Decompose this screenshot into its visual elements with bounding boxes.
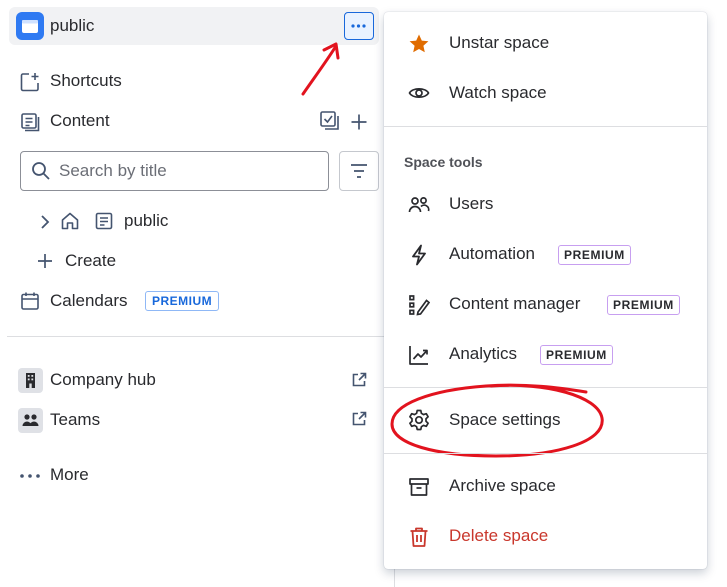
space-folder-icon (16, 12, 44, 40)
content-item[interactable]: Content (50, 111, 110, 131)
add-icon[interactable] (350, 113, 368, 131)
menu-item-users[interactable] (384, 181, 707, 229)
people-icon (408, 195, 430, 215)
premium-badge: PREMIUM (540, 345, 613, 365)
pages-icon (20, 112, 40, 132)
tree-item-label[interactable]: public (124, 211, 168, 231)
search-icon (31, 161, 51, 181)
archive-label: Archive space (449, 476, 556, 495)
calendar-icon (20, 291, 40, 311)
premium-badge: PREMIUM (145, 291, 220, 311)
chart-icon (408, 344, 430, 366)
automation-label: Automation (449, 244, 535, 263)
teams-icon (18, 408, 43, 433)
menu-divider (384, 453, 707, 454)
search-placeholder: Search by title (59, 161, 167, 180)
premium-badge: PREMIUM (607, 295, 680, 315)
unstar-label: Unstar space (449, 33, 550, 52)
archive-icon (408, 476, 430, 498)
chevron-right-icon[interactable] (39, 214, 51, 230)
space-name[interactable]: public (50, 16, 94, 36)
home-icon (60, 211, 80, 231)
external-link-icon[interactable] (351, 411, 367, 427)
eye-icon (408, 85, 430, 101)
analytics-label: Analytics (449, 344, 518, 363)
company-hub-item[interactable]: Company hub (50, 370, 156, 390)
more-dots-icon (19, 469, 43, 483)
space-tools-heading: Space tools (404, 154, 483, 170)
external-link-icon[interactable] (351, 372, 367, 388)
premium-badge: PREMIUM (558, 245, 631, 265)
sidebar: public Shortcuts Content Search by title… (0, 0, 395, 587)
filter-icon (349, 161, 369, 181)
menu-item-automation[interactable] (384, 231, 707, 279)
more-item[interactable]: More (50, 465, 89, 485)
watch-label: Watch space (449, 83, 547, 102)
plus-icon (37, 253, 53, 269)
bulk-select-icon[interactable] (319, 110, 341, 132)
lightning-icon (410, 244, 428, 266)
annotation-circle (390, 383, 604, 458)
menu-divider (384, 126, 707, 127)
delete-label: Delete space (449, 526, 549, 545)
users-label: Users (449, 194, 494, 213)
star-icon (408, 33, 430, 55)
page-icon (95, 212, 113, 230)
create-button[interactable]: Create (65, 251, 116, 271)
building-icon (18, 368, 43, 393)
shortcuts-item[interactable]: Shortcuts (50, 71, 122, 91)
annotation-arrow (301, 42, 340, 96)
teams-item[interactable]: Teams (50, 410, 100, 430)
content-manager-icon (408, 294, 430, 316)
trash-icon (409, 526, 429, 548)
sidebar-divider (7, 336, 395, 337)
more-icon[interactable] (344, 12, 374, 40)
calendars-item[interactable]: Calendars (50, 291, 128, 311)
shortcut-add-icon (19, 71, 41, 93)
content-manager-label: Content manager (449, 294, 581, 313)
sidebar-edge (394, 566, 395, 587)
